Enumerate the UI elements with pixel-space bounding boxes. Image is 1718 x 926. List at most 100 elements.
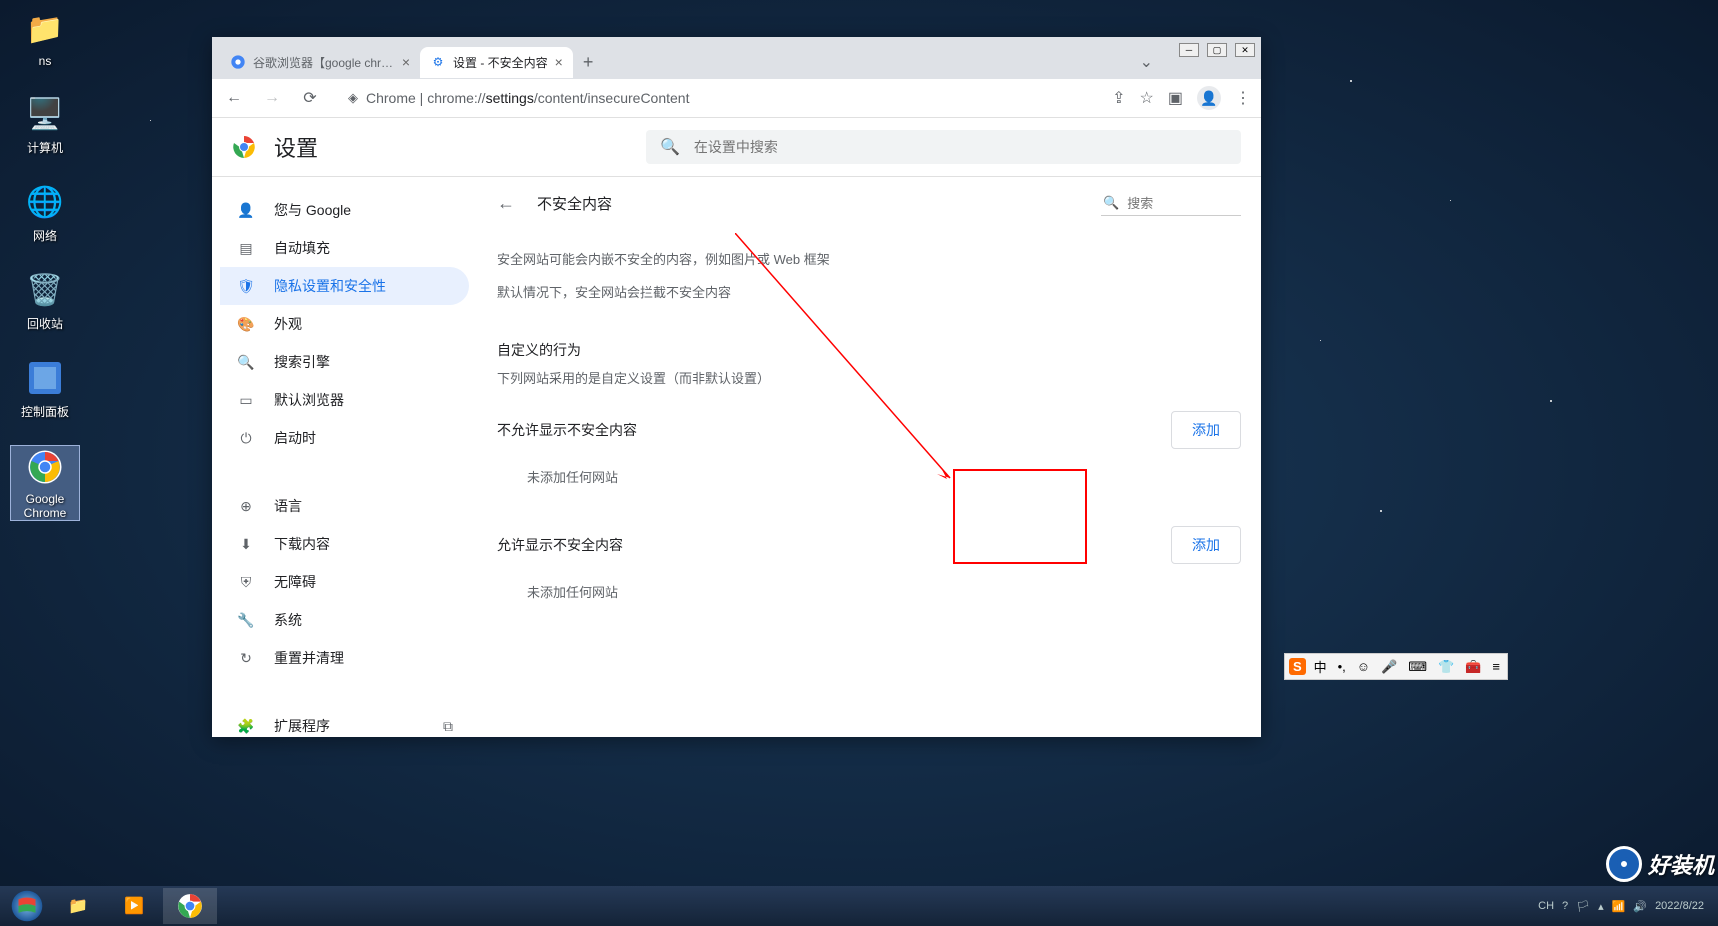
profile-icon[interactable]: 👤 bbox=[1197, 86, 1221, 110]
forward-button[interactable]: → bbox=[260, 86, 284, 110]
tray-help-icon[interactable]: ? bbox=[1562, 900, 1568, 912]
desktop-icon-computer[interactable]: 🖥️ 计算机 bbox=[10, 93, 80, 156]
sidebar-item-languages[interactable]: ⊕语言 bbox=[220, 487, 469, 525]
close-button[interactable]: ✕ bbox=[1235, 43, 1255, 57]
extension-icon: 🧩 bbox=[236, 718, 256, 735]
desktop-icon-controlpanel[interactable]: 控制面板 bbox=[10, 357, 80, 420]
tab-google-chrome[interactable]: 谷歌浏览器【google chrome】 × bbox=[220, 47, 420, 78]
sidebar-item-appearance[interactable]: 🎨外观 bbox=[220, 305, 469, 343]
sidebar-item-extensions[interactable]: 🧩扩展程序⧉ bbox=[220, 707, 469, 737]
tab-settings[interactable]: ⚙ 设置 - 不安全内容 × bbox=[420, 47, 573, 78]
taskbar: 📁 ▶️ CH ? 🏳 ▴ 📶 🔊 2022/8/22 bbox=[0, 886, 1718, 926]
ime-punct-icon[interactable]: •, bbox=[1335, 658, 1349, 675]
content-back-button[interactable]: ← bbox=[497, 193, 515, 214]
sidebar-item-autofill[interactable]: ▤自动填充 bbox=[220, 229, 469, 267]
power-icon: ⏻ bbox=[236, 430, 256, 447]
add-block-button[interactable]: 添加 bbox=[1171, 411, 1241, 449]
description-1: 安全网站可能会内嵌不安全的内容，例如图片或 Web 框架 bbox=[497, 250, 1241, 271]
sidebar-item-search-engine[interactable]: 🔍搜索引擎 bbox=[220, 343, 469, 381]
browser-icon: ▭ bbox=[236, 392, 256, 409]
tray-up-icon[interactable]: ▴ bbox=[1598, 900, 1604, 913]
ime-keyboard-icon[interactable]: ⌨ bbox=[1405, 658, 1430, 676]
recycle-icon: 🗑️ bbox=[24, 269, 66, 311]
sidebar-item-reset[interactable]: ↻重置并清理 bbox=[220, 639, 469, 677]
desktop-icon-ns[interactable]: 📁 ns bbox=[10, 8, 80, 68]
system-tray[interactable]: CH ? 🏳 ▴ 📶 🔊 2022/8/22 bbox=[1528, 900, 1714, 913]
chrome-favicon-icon bbox=[230, 54, 246, 70]
globe-icon: ⊕ bbox=[236, 498, 256, 515]
settings-search-input[interactable] bbox=[694, 139, 1227, 155]
ime-toolbox-icon[interactable]: 🧰 bbox=[1462, 658, 1484, 676]
tray-lang[interactable]: CH bbox=[1538, 900, 1554, 912]
sidebar-item-default-browser[interactable]: ▭默认浏览器 bbox=[220, 381, 469, 419]
sidebar-item-downloads[interactable]: ⬇下载内容 bbox=[220, 525, 469, 563]
desktop-icon-chrome[interactable]: Google Chrome bbox=[10, 445, 80, 521]
download-icon: ⬇ bbox=[236, 536, 256, 553]
sidebar-item-system[interactable]: 🔧系统 bbox=[220, 601, 469, 639]
ime-skin-icon[interactable]: 👕 bbox=[1435, 658, 1457, 676]
taskbar-mediaplayer[interactable]: ▶️ bbox=[107, 888, 161, 924]
minimize-button[interactable]: ─ bbox=[1179, 43, 1199, 57]
taskbar-explorer[interactable]: 📁 bbox=[51, 888, 105, 924]
settings-header: 设置 🔍 bbox=[212, 118, 1261, 177]
desktop-icon-network[interactable]: 🌐 网络 bbox=[10, 181, 80, 244]
search-icon: 🔍 bbox=[236, 354, 256, 371]
tray-network-icon[interactable]: 📶 bbox=[1612, 900, 1626, 913]
desktop-icon-recyclebin[interactable]: 🗑️ 回收站 bbox=[10, 269, 80, 332]
taskbar-chrome[interactable] bbox=[163, 888, 217, 924]
block-row: 不允许显示不安全内容 添加 bbox=[497, 411, 1241, 449]
content-search[interactable]: 🔍 bbox=[1101, 191, 1241, 216]
accessibility-icon: ⛨ bbox=[236, 574, 256, 591]
share-icon[interactable]: ⇪ bbox=[1112, 88, 1125, 108]
custom-behavior-title: 自定义的行为 bbox=[497, 340, 1241, 360]
settings-search[interactable]: 🔍 bbox=[646, 130, 1241, 164]
ime-settings-icon[interactable]: ≡ bbox=[1489, 658, 1503, 675]
toolbar-right: ⇪ ☆ ▣ 👤 ⋮ bbox=[1112, 86, 1251, 110]
sidebar-item-privacy[interactable]: 🛡隐私设置和安全性 bbox=[220, 267, 469, 305]
tab-bar: 谷歌浏览器【google chrome】 × ⚙ 设置 - 不安全内容 × + … bbox=[212, 37, 1261, 79]
ime-toolbar[interactable]: S 中 •, ☺ 🎤 ⌨ 👕 🧰 ≡ bbox=[1284, 653, 1508, 680]
sidebar-item-startup[interactable]: ⏻启动时 bbox=[220, 419, 469, 457]
block-label: 不允许显示不安全内容 bbox=[497, 420, 637, 440]
settings-title: 设置 bbox=[274, 131, 318, 163]
reset-icon: ↻ bbox=[236, 650, 256, 667]
sidebar: 👤您与 Google ▤自动填充 🛡隐私设置和安全性 🎨外观 🔍搜索引擎 ▭默认… bbox=[212, 177, 477, 737]
ime-mic-icon[interactable]: 🎤 bbox=[1378, 658, 1400, 676]
address-bar[interactable]: ◈ Chrome | chrome://settings/content/ins… bbox=[336, 85, 1098, 111]
window-controls: ─ ▢ ✕ bbox=[1179, 43, 1255, 57]
control-panel-icon bbox=[24, 357, 66, 399]
maximize-button[interactable]: ▢ bbox=[1207, 43, 1227, 57]
desktop-icons: 📁 ns 🖥️ 计算机 🌐 网络 🗑️ 回收站 控制面板 Google Chro… bbox=[10, 8, 80, 546]
tray-flag-icon[interactable]: 🏳 bbox=[1576, 900, 1590, 913]
back-button[interactable]: ← bbox=[222, 86, 246, 110]
folder-icon: 📁 bbox=[24, 8, 66, 50]
content-header: ← 不安全内容 🔍 bbox=[497, 191, 1241, 216]
site-info-icon[interactable]: ◈ bbox=[348, 90, 358, 106]
tab-close-icon[interactable]: × bbox=[402, 54, 410, 70]
new-tab-button[interactable]: + bbox=[573, 46, 604, 79]
description-2: 默认情况下，安全网站会拦截不安全内容 bbox=[497, 283, 1241, 304]
allow-row: 允许显示不安全内容 添加 bbox=[497, 526, 1241, 564]
ime-logo-icon[interactable]: S bbox=[1289, 658, 1306, 675]
content-pane: ← 不安全内容 🔍 安全网站可能会内嵌不安全的内容，例如图片或 Web 框架 默… bbox=[477, 177, 1261, 737]
shield-icon: 🛡 bbox=[236, 278, 256, 295]
ime-emoji-icon[interactable]: ☺ bbox=[1354, 658, 1373, 675]
reload-button[interactable]: ⟳ bbox=[298, 86, 322, 110]
content-search-input[interactable] bbox=[1127, 196, 1239, 211]
sidebar-item-you-and-google[interactable]: 👤您与 Google bbox=[220, 191, 469, 229]
sidebar-item-accessibility[interactable]: ⛨无障碍 bbox=[220, 563, 469, 601]
tray-date[interactable]: 2022/8/22 bbox=[1655, 900, 1704, 912]
chrome-icon bbox=[24, 446, 66, 488]
allow-label: 允许显示不安全内容 bbox=[497, 535, 623, 555]
palette-icon: 🎨 bbox=[236, 316, 256, 333]
sidepanel-icon[interactable]: ▣ bbox=[1168, 88, 1183, 108]
start-button[interactable] bbox=[4, 888, 50, 924]
menu-icon[interactable]: ⋮ bbox=[1235, 88, 1251, 108]
add-allow-button[interactable]: 添加 bbox=[1171, 526, 1241, 564]
bookmark-icon[interactable]: ☆ bbox=[1140, 88, 1154, 108]
tray-volume-icon[interactable]: 🔊 bbox=[1633, 900, 1647, 913]
tab-close-icon[interactable]: × bbox=[555, 54, 563, 70]
autofill-icon: ▤ bbox=[236, 240, 256, 257]
ime-lang[interactable]: 中 bbox=[1311, 656, 1330, 677]
tab-dropdown-icon[interactable]: ⌄ bbox=[1140, 52, 1153, 72]
